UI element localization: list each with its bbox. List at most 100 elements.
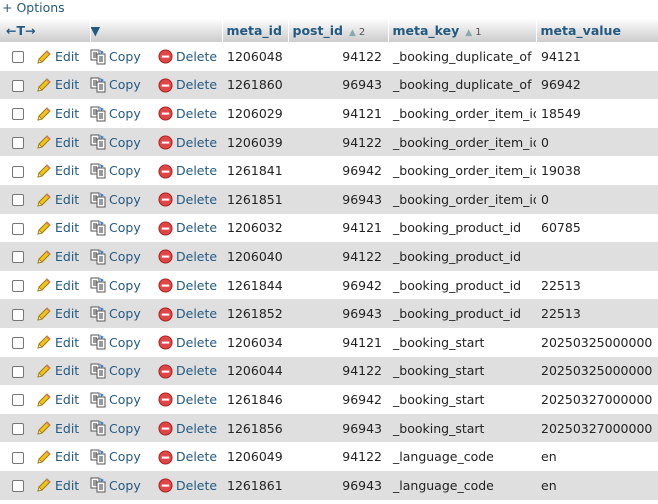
- row-checkbox[interactable]: [12, 394, 24, 407]
- edit-link[interactable]: Edit: [36, 248, 79, 265]
- cell-post-id[interactable]: 96942: [288, 385, 389, 414]
- cell-meta-key[interactable]: _booking_start: [388, 385, 537, 414]
- cell-meta-id[interactable]: 1261860: [222, 70, 289, 100]
- cell-meta-value[interactable]: 22513: [536, 270, 658, 300]
- row-checkbox[interactable]: [12, 280, 24, 293]
- column-dropdown-icon[interactable]: ▼: [90, 18, 223, 42]
- copy-link[interactable]: Copy: [90, 220, 141, 237]
- cell-meta-id[interactable]: 1206034: [222, 327, 289, 357]
- cell-meta-key[interactable]: _booking_start: [388, 413, 537, 443]
- cell-meta-id[interactable]: 1206049: [222, 442, 289, 471]
- cell-meta-key[interactable]: _language_code: [388, 442, 537, 471]
- cell-meta-id[interactable]: 1261861: [222, 470, 289, 500]
- cell-post-id[interactable]: 94122: [288, 356, 389, 386]
- cell-post-id[interactable]: 94122: [288, 42, 389, 71]
- edit-link[interactable]: Edit: [36, 305, 79, 322]
- cell-post-id[interactable]: 94122: [288, 242, 389, 271]
- cell-meta-value[interactable]: [536, 242, 658, 271]
- copy-link[interactable]: Copy: [90, 191, 141, 208]
- cell-meta-value[interactable]: 18549: [536, 99, 658, 128]
- cell-meta-value[interactable]: en: [536, 442, 658, 471]
- row-checkbox[interactable]: [12, 79, 24, 92]
- delete-link[interactable]: Delete: [158, 449, 217, 465]
- cell-post-id[interactable]: 96943: [288, 70, 389, 100]
- cell-meta-value[interactable]: 22513: [536, 299, 658, 328]
- row-checkbox[interactable]: [12, 108, 24, 121]
- cell-post-id[interactable]: 96943: [288, 184, 389, 214]
- cell-post-id[interactable]: 96942: [288, 156, 389, 185]
- delete-link[interactable]: Delete: [158, 334, 217, 350]
- delete-link[interactable]: Delete: [158, 277, 217, 293]
- cell-meta-key[interactable]: _booking_product_id: [388, 242, 537, 271]
- row-checkbox[interactable]: [12, 308, 24, 321]
- cell-post-id[interactable]: 96943: [288, 413, 389, 443]
- cell-meta-id[interactable]: 1206040: [222, 242, 289, 271]
- row-checkbox[interactable]: [12, 137, 24, 150]
- edit-link[interactable]: Edit: [36, 420, 79, 437]
- edit-link[interactable]: Edit: [36, 334, 79, 351]
- header-meta-key[interactable]: meta_key ▲ 1: [388, 18, 537, 42]
- cell-meta-value[interactable]: 94121: [536, 42, 658, 71]
- delete-link[interactable]: Delete: [158, 363, 217, 379]
- copy-link[interactable]: Copy: [90, 277, 141, 294]
- cell-meta-key[interactable]: _booking_start: [388, 327, 537, 357]
- header-meta-id[interactable]: meta_id: [222, 18, 289, 42]
- copy-link[interactable]: Copy: [90, 162, 141, 179]
- edit-link[interactable]: Edit: [36, 162, 79, 179]
- edit-link[interactable]: Edit: [36, 105, 79, 122]
- copy-link[interactable]: Copy: [90, 448, 141, 465]
- cell-meta-key[interactable]: _booking_product_id: [388, 299, 537, 328]
- copy-link[interactable]: Copy: [90, 420, 141, 437]
- cell-meta-id[interactable]: 1261841: [222, 156, 289, 185]
- cell-meta-key[interactable]: _booking_order_item_id: [388, 127, 537, 157]
- cell-meta-id[interactable]: 1206032: [222, 213, 289, 243]
- delete-link[interactable]: Delete: [158, 391, 217, 407]
- cell-meta-key[interactable]: _booking_start: [388, 356, 537, 386]
- edit-link[interactable]: Edit: [36, 220, 79, 237]
- options-link[interactable]: + Options: [2, 0, 65, 16]
- edit-link[interactable]: Edit: [36, 77, 79, 94]
- cell-meta-key[interactable]: _booking_order_item_id: [388, 156, 537, 185]
- delete-link[interactable]: Delete: [158, 248, 217, 264]
- row-checkbox[interactable]: [12, 251, 24, 264]
- cell-meta-value[interactable]: 20250327000000: [536, 385, 658, 414]
- header-post-id[interactable]: post_id ▲ 2: [288, 18, 389, 42]
- cell-meta-key[interactable]: _booking_product_id: [388, 213, 537, 243]
- copy-link[interactable]: Copy: [90, 305, 141, 322]
- delete-link[interactable]: Delete: [158, 306, 217, 322]
- edit-link[interactable]: Edit: [36, 191, 79, 208]
- row-checkbox[interactable]: [12, 480, 24, 493]
- copy-link[interactable]: Copy: [90, 134, 141, 151]
- cell-meta-value[interactable]: 0: [536, 184, 658, 214]
- row-checkbox[interactable]: [12, 365, 24, 378]
- edit-link[interactable]: Edit: [36, 134, 79, 151]
- row-checkbox[interactable]: [12, 194, 24, 207]
- column-resize-arrows-icon[interactable]: ←T→: [0, 18, 91, 42]
- edit-link[interactable]: Edit: [36, 448, 79, 465]
- row-checkbox[interactable]: [12, 51, 24, 64]
- cell-meta-key[interactable]: _booking_order_item_id: [388, 184, 537, 214]
- cell-meta-id[interactable]: 1206029: [222, 99, 289, 128]
- row-checkbox[interactable]: [12, 451, 24, 464]
- cell-post-id[interactable]: 96943: [288, 299, 389, 328]
- cell-meta-value[interactable]: 96942: [536, 70, 658, 100]
- delete-link[interactable]: Delete: [158, 220, 217, 236]
- cell-meta-id[interactable]: 1261844: [222, 270, 289, 300]
- cell-meta-value[interactable]: 20250327000000: [536, 413, 658, 443]
- cell-meta-key[interactable]: _booking_product_id: [388, 270, 537, 300]
- copy-link[interactable]: Copy: [90, 248, 141, 265]
- copy-link[interactable]: Copy: [90, 391, 141, 408]
- cell-post-id[interactable]: 96942: [288, 270, 389, 300]
- delete-link[interactable]: Delete: [158, 477, 217, 493]
- copy-link[interactable]: Copy: [90, 77, 141, 94]
- edit-link[interactable]: Edit: [36, 477, 79, 494]
- delete-link[interactable]: Delete: [158, 48, 217, 64]
- cell-post-id[interactable]: 94121: [288, 327, 389, 357]
- edit-link[interactable]: Edit: [36, 391, 79, 408]
- copy-link[interactable]: Copy: [90, 48, 141, 65]
- row-checkbox[interactable]: [12, 337, 24, 350]
- delete-link[interactable]: Delete: [158, 105, 217, 122]
- row-checkbox[interactable]: [12, 423, 24, 436]
- cell-meta-key[interactable]: _booking_duplicate_of: [388, 70, 537, 100]
- edit-link[interactable]: Edit: [36, 48, 79, 65]
